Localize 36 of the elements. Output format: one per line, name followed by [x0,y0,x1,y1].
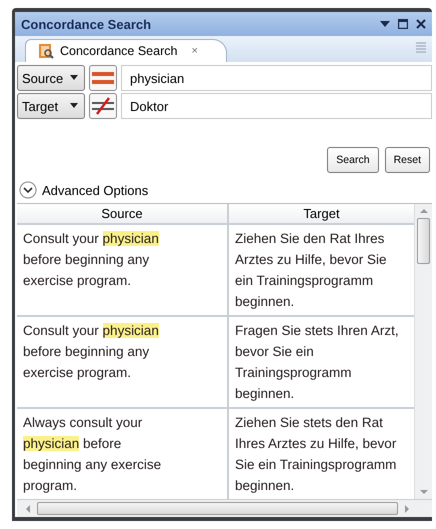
operator-button[interactable] [89,93,117,119]
table-cell: Always consult your physician before beginning any exercise program. [17,409,227,499]
table-cell: Ziehen Sie stets den Rat Ihres Arztes zu Hilfe, bevor Sie ein Trainingsprogramm beginnen. [229,409,414,499]
tab-label: Concordance Search [60,44,178,58]
search-term-field[interactable]: physician [121,65,432,91]
concordance-tab[interactable]: Concordance Search × [25,39,227,62]
scroll-up-arrow-icon[interactable] [420,208,428,214]
column-header[interactable]: Target [229,204,414,223]
close-icon[interactable] [416,19,426,29]
scroll-thumb[interactable] [417,218,430,264]
horizontal-scrollbar[interactable] [17,499,432,517]
caret-icon [70,103,78,109]
table-cell: Ziehen Sie den Rat Ihres Arztes zu Hilfe, bevor Sie ein Trainingsprogramm beginnen. [229,225,414,315]
vertical-scrollbar[interactable] [414,204,432,499]
scroll-right-arrow-icon[interactable] [404,504,410,512]
maximize-icon[interactable] [398,19,408,29]
tab-close[interactable]: × [191,45,198,57]
advanced-options-label[interactable]: Advanced Options [42,182,148,198]
caret-icon [70,75,78,81]
scroll-left-arrow-icon[interactable] [25,504,31,512]
action-button[interactable]: Reset [384,147,430,173]
operator-button[interactable] [89,65,117,91]
dropdown-caret-icon[interactable] [380,20,390,28]
search-term-field[interactable]: Doktor [121,93,432,119]
field-dropdown[interactable]: Source [17,65,85,91]
window-title: Concordance Search [21,16,152,32]
document-search-icon [38,43,54,59]
action-button[interactable]: Search [327,147,379,173]
scroll-thumb[interactable] [37,502,398,515]
table-cell: Fragen Sie stets Ihren Arzt, bevor Sie ein Trainingsprogramm beginnen. [229,317,414,407]
field-dropdown[interactable]: Target [17,93,85,119]
scroll-down-arrow-icon[interactable] [420,489,428,495]
column-header[interactable]: Source [17,204,227,223]
table-cell: Consult your physician before beginning any exercise program. [17,317,227,407]
expand-icon[interactable] [19,181,37,199]
table-cell: Consult your physician before beginning any exercise program. [17,225,227,315]
